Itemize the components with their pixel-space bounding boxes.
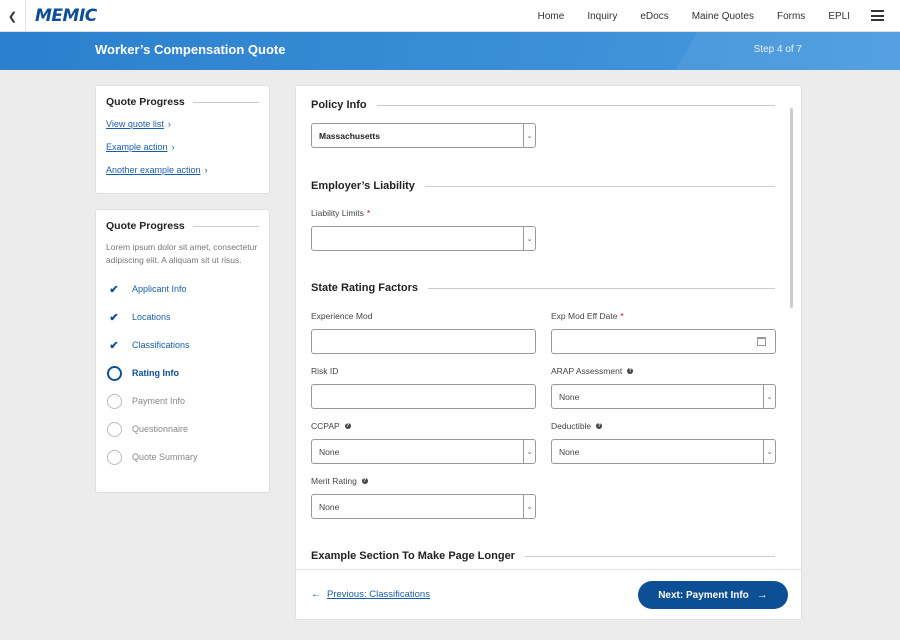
section-title-employers-liability: Employer’s Liability (311, 180, 775, 192)
another-example-action-link[interactable]: Another example action › (106, 165, 259, 175)
risk-id-label: Risk ID (311, 366, 339, 376)
card-title: Quote Progress (106, 96, 259, 108)
progress-step-locations[interactable]: ✔ Locations (106, 303, 259, 331)
info-icon[interactable]: ? (627, 368, 634, 374)
quote-progress-card: Quote Progress Lorem ipsum dolor sit ame… (95, 209, 270, 493)
chevron-down-icon: ⌄ (523, 124, 535, 147)
ccpap-select[interactable]: None ⌄ (311, 439, 536, 464)
deductible-label: Deductible? (551, 421, 603, 431)
chevron-down-icon: ⌄ (523, 227, 535, 250)
chevron-right-icon: › (171, 142, 175, 152)
merit-rating-select[interactable]: None ⌄ (311, 494, 536, 519)
state-select[interactable]: Massachusetts ⌄ (311, 123, 536, 148)
section-title-policy-info: Policy Info (311, 99, 775, 111)
progress-step-payment-info: Payment Info (106, 387, 259, 415)
info-icon[interactable]: ? (596, 423, 603, 429)
empty-circle-icon (106, 449, 122, 465)
form-footer: ← Previous: Classifications Next: Paymen… (296, 569, 801, 619)
progress-step-quote-summary: Quote Summary (106, 443, 259, 471)
experience-mod-label: Experience Mod (311, 311, 373, 321)
nav-link-home[interactable]: Home (538, 11, 565, 22)
merit-rating-label: Merit Rating? (311, 476, 368, 486)
view-quote-list-link[interactable]: View quote list › (106, 119, 259, 129)
memic-logo[interactable]: MEMIC (35, 6, 97, 26)
progress-step-applicant-info[interactable]: ✔ Applicant Info (106, 275, 259, 303)
info-icon[interactable]: ? (361, 478, 368, 484)
section-title-state-rating-factors: State Rating Factors (311, 282, 775, 294)
chevron-down-icon: ⌄ (763, 440, 775, 463)
arrow-left-icon: ← (311, 589, 321, 600)
chevron-down-icon: ⌄ (523, 440, 535, 463)
arap-assessment-select[interactable]: None ⌄ (551, 384, 776, 409)
current-step-circle-icon (106, 365, 122, 381)
scrollbar[interactable] (790, 108, 793, 308)
checkmark-icon: ✔ (109, 339, 119, 352)
liability-limits-select[interactable]: ⌄ (311, 226, 536, 251)
top-navigation: ❮ MEMIC Home Inquiry eDocs Maine Quotes … (0, 0, 900, 32)
previous-classifications-link[interactable]: ← Previous: Classifications (311, 589, 430, 600)
chevron-down-icon: ⌄ (523, 495, 535, 518)
risk-id-input[interactable] (311, 384, 536, 409)
empty-circle-icon (106, 393, 122, 409)
back-button[interactable]: ❮ (0, 0, 26, 32)
progress-description: Lorem ipsum dolor sit amet, consectetur … (106, 242, 258, 265)
page-title: Worker’s Compensation Quote (95, 42, 286, 57)
next-payment-info-button[interactable]: Next: Payment Info → (638, 581, 788, 609)
progress-step-questionnaire: Questionnaire (106, 415, 259, 443)
deductible-select[interactable]: None ⌄ (551, 439, 776, 464)
chevron-right-icon: › (204, 165, 208, 175)
example-action-link[interactable]: Example action › (106, 142, 259, 152)
exp-mod-eff-date-input[interactable] (551, 329, 776, 354)
page-banner: Worker’s Compensation Quote Step 4 of 7 (0, 32, 900, 70)
main-nav: Home Inquiry eDocs Maine Quotes Forms EP… (515, 0, 850, 32)
info-icon[interactable]: ? (344, 423, 351, 429)
calendar-icon[interactable] (757, 337, 766, 346)
card-title: Quote Progress (106, 220, 259, 232)
chevron-down-icon: ⌄ (763, 385, 775, 408)
section-title-example-section: Example Section To Make Page Longer (311, 550, 775, 562)
experience-mod-input[interactable] (311, 329, 536, 354)
chevron-left-icon: ❮ (7, 10, 18, 23)
nav-link-edocs[interactable]: eDocs (640, 11, 668, 22)
liability-limits-label: Liability Limits * (311, 208, 371, 218)
checkmark-icon: ✔ (109, 283, 119, 296)
nav-link-inquiry[interactable]: Inquiry (587, 11, 617, 22)
ccpap-label: CCPAP? (311, 421, 351, 431)
progress-step-classifications[interactable]: ✔ Classifications (106, 331, 259, 359)
step-indicator: Step 4 of 7 (753, 44, 802, 55)
hamburger-icon[interactable] (871, 10, 884, 21)
chevron-right-icon: › (167, 119, 171, 129)
arrow-right-icon: → (756, 589, 768, 601)
progress-step-rating-info[interactable]: Rating Info (106, 359, 259, 387)
checkmark-icon: ✔ (109, 311, 119, 324)
empty-circle-icon (106, 421, 122, 437)
nav-link-epli[interactable]: EPLI (828, 11, 850, 22)
nav-link-maine-quotes[interactable]: Maine Quotes (692, 11, 754, 22)
nav-link-forms[interactable]: Forms (777, 11, 805, 22)
exp-mod-eff-date-label: Exp Mod Eff Date * (551, 311, 624, 321)
arap-assessment-label: ARAP Assessment? (551, 366, 634, 376)
quote-actions-card: Quote Progress View quote list › Example … (95, 85, 270, 194)
quote-form-panel: Policy Info Massachusetts ⌄ Employer’s L… (295, 85, 802, 620)
